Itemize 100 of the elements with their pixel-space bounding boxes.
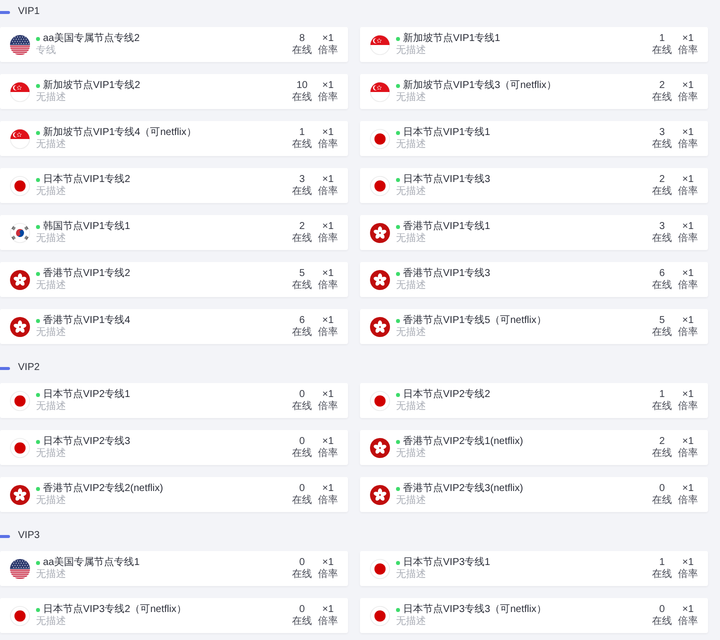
- rate-value: ×1: [682, 556, 694, 568]
- rate-value: ×1: [322, 220, 334, 232]
- node-card[interactable]: aa美国专属节点专线2 专线 8 在线 ×1 倍率: [0, 27, 348, 62]
- node-name: aa美国专属节点专线2: [43, 32, 140, 44]
- node-card[interactable]: 香港节点VIP1专线2 无描述 5 在线 ×1 倍率: [0, 262, 348, 297]
- rate-value: ×1: [682, 482, 694, 494]
- rate-value: ×1: [322, 314, 334, 326]
- japan-flag-icon: [10, 390, 30, 410]
- singapore-flag-icon: [370, 82, 390, 102]
- online-label: 在线: [292, 568, 312, 580]
- node-card[interactable]: 日本节点VIP3专线1 无描述 1 在线 ×1 倍率: [360, 551, 708, 586]
- node-card[interactable]: aa美国专属节点专线1 无描述 0 在线 ×1 倍率: [0, 551, 348, 586]
- node-description: 无描述: [36, 448, 66, 460]
- node-card[interactable]: 日本节点VIP1专线2 无描述 3 在线 ×1 倍率: [0, 168, 348, 203]
- rate-value: ×1: [682, 388, 694, 400]
- node-name: 日本节点VIP2专线3: [43, 436, 130, 448]
- node-name: 新加坡节点VIP1专线4（可netflix）: [43, 126, 196, 138]
- node-description: 无描述: [396, 326, 426, 338]
- node-card[interactable]: 日本节点VIP2专线2 无描述 1 在线 ×1 倍率: [360, 383, 708, 418]
- section-marker-icon: [0, 10, 10, 14]
- node-card[interactable]: 新加坡节点VIP1专线4（可netflix） 无描述 1 在线 ×1 倍率: [0, 121, 348, 156]
- node-card[interactable]: 香港节点VIP1专线5（可netflix） 无描述 5 在线 ×1 倍率: [360, 309, 708, 344]
- online-count: 1: [659, 32, 665, 44]
- node-card[interactable]: 香港节点VIP2专线1(netflix) 无描述 2 在线 ×1 倍率: [360, 430, 708, 465]
- rate-label: 倍率: [318, 280, 338, 292]
- node-name: 日本节点VIP3专线3（可netflix）: [403, 604, 546, 616]
- node-description: 无描述: [36, 568, 66, 580]
- node-card[interactable]: 新加坡节点VIP1专线2 无描述 10 在线 ×1 倍率: [0, 74, 348, 109]
- rate-value: ×1: [682, 126, 694, 138]
- node-name: 香港节点VIP2专线3(netflix): [403, 482, 524, 494]
- node-description: 无描述: [396, 400, 426, 412]
- node-description: 无描述: [36, 326, 66, 338]
- rate-value: ×1: [682, 604, 694, 616]
- node-description: 专线: [36, 44, 56, 56]
- online-label: 在线: [292, 494, 312, 506]
- node-name: 香港节点VIP1专线5（可netflix）: [403, 314, 546, 326]
- hong-kong-flag-icon: [370, 484, 390, 504]
- us-flag-icon: [10, 34, 30, 54]
- online-count: 2: [299, 220, 305, 232]
- us-flag-icon: [10, 558, 30, 578]
- node-name: aa美国专属节点专线1: [43, 556, 140, 568]
- japan-flag-icon: [10, 176, 30, 196]
- hong-kong-flag-icon: [370, 438, 390, 458]
- node-card[interactable]: 日本节点VIP3专线2（可netflix） 无描述 0 在线 ×1 倍率: [0, 598, 348, 633]
- node-description: 无描述: [36, 92, 66, 104]
- online-label: 在线: [652, 44, 672, 56]
- node-description: 无描述: [36, 232, 66, 244]
- rate-value: ×1: [322, 32, 334, 44]
- online-label: 在线: [652, 400, 672, 412]
- node-card[interactable]: 香港节点VIP1专线4 无描述 6 在线 ×1 倍率: [0, 309, 348, 344]
- online-count: 0: [299, 388, 305, 400]
- node-card[interactable]: 香港节点VIP1专线1 无描述 3 在线 ×1 倍率: [360, 215, 708, 250]
- rate-label: 倍率: [318, 232, 338, 244]
- node-name: 日本节点VIP1专线2: [43, 174, 130, 186]
- online-count: 2: [659, 174, 665, 186]
- online-count: 0: [299, 436, 305, 448]
- online-count: 1: [299, 126, 305, 138]
- online-count: 5: [659, 314, 665, 326]
- rate-value: ×1: [682, 32, 694, 44]
- node-name: 新加坡节点VIP1专线1: [403, 32, 500, 44]
- node-card[interactable]: 新加坡节点VIP1专线3（可netflix） 无描述 2 在线 ×1 倍率: [360, 74, 708, 109]
- hong-kong-flag-icon: [10, 270, 30, 290]
- online-label: 在线: [292, 232, 312, 244]
- node-card[interactable]: 日本节点VIP3专线3（可netflix） 无描述 0 在线 ×1 倍率: [360, 598, 708, 633]
- online-label: 在线: [292, 326, 312, 338]
- node-card[interactable]: 韩国节点VIP1专线1 无描述 2 在线 ×1 倍率: [0, 215, 348, 250]
- rate-value: ×1: [322, 388, 334, 400]
- node-name: 香港节点VIP1专线3: [403, 268, 490, 280]
- rate-label: 倍率: [318, 400, 338, 412]
- rate-label: 倍率: [678, 616, 698, 628]
- rate-label: 倍率: [678, 186, 698, 198]
- japan-flag-icon: [370, 128, 390, 148]
- rate-value: ×1: [322, 174, 334, 186]
- rate-label: 倍率: [678, 400, 698, 412]
- node-card[interactable]: 香港节点VIP1专线3 无描述 6 在线 ×1 倍率: [360, 262, 708, 297]
- node-card[interactable]: 日本节点VIP2专线3 无描述 0 在线 ×1 倍率: [0, 430, 348, 465]
- online-label: 在线: [292, 448, 312, 460]
- node-card[interactable]: 香港节点VIP2专线2(netflix) 无描述 0 在线 ×1 倍率: [0, 477, 348, 512]
- online-label: 在线: [652, 568, 672, 580]
- rate-value: ×1: [322, 80, 334, 92]
- node-card[interactable]: 日本节点VIP1专线3 无描述 2 在线 ×1 倍率: [360, 168, 708, 203]
- rate-label: 倍率: [678, 138, 698, 150]
- node-card[interactable]: 日本节点VIP1专线1 无描述 3 在线 ×1 倍率: [360, 121, 708, 156]
- online-count: 10: [296, 80, 308, 92]
- node-description: 无描述: [36, 138, 66, 150]
- rate-label: 倍率: [318, 494, 338, 506]
- online-label: 在线: [652, 616, 672, 628]
- node-description: 无描述: [36, 400, 66, 412]
- node-card[interactable]: 日本节点VIP2专线1 无描述 0 在线 ×1 倍率: [0, 383, 348, 418]
- node-card[interactable]: 新加坡节点VIP1专线1 无描述 1 在线 ×1 倍率: [360, 27, 708, 62]
- node-card[interactable]: 香港节点VIP2专线3(netflix) 无描述 0 在线 ×1 倍率: [360, 477, 708, 512]
- rate-label: 倍率: [318, 448, 338, 460]
- rate-value: ×1: [682, 314, 694, 326]
- online-label: 在线: [292, 44, 312, 56]
- rate-label: 倍率: [678, 494, 698, 506]
- online-label: 在线: [292, 280, 312, 292]
- node-name: 香港节点VIP2专线2(netflix): [43, 482, 164, 494]
- node-description: 无描述: [396, 138, 426, 150]
- rate-value: ×1: [682, 436, 694, 448]
- online-count: 2: [659, 436, 665, 448]
